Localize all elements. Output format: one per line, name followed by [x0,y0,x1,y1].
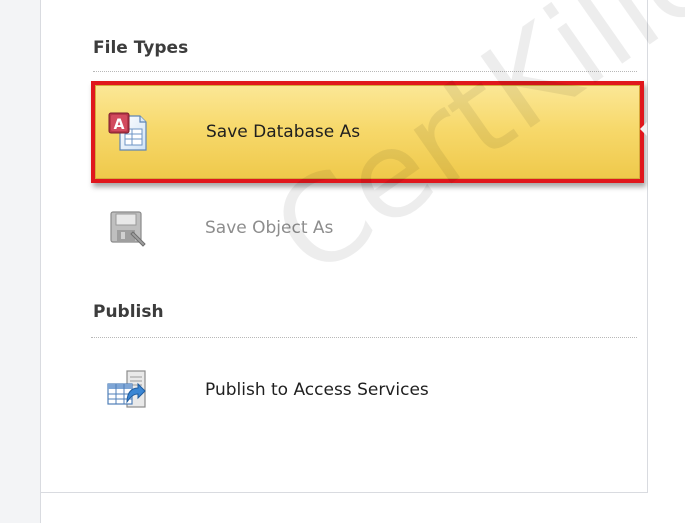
save-object-as-button[interactable]: Save Object As [95,182,638,274]
save-and-publish-panel: File Types A Save Database As Save Objec… [41,0,648,493]
publish-to-access-services-label: Publish to Access Services [205,380,429,400]
publish-to-access-services-button[interactable]: Publish to Access Services [95,344,638,436]
svg-text:A: A [114,117,125,133]
selection-pointer-icon [640,122,647,136]
save-object-icon [105,206,149,250]
save-database-as-button[interactable]: A Save Database As [95,85,640,179]
preview-area [648,0,685,523]
save-database-as-label: Save Database As [206,122,361,142]
backstage-nav-strip [0,0,41,523]
backstage-view: File Types A Save Database As Save Objec… [0,0,685,523]
publish-divider [91,337,637,338]
access-database-icon: A [106,110,150,154]
publish-services-icon [105,368,149,412]
publish-heading: Publish [93,302,164,322]
file-types-divider [93,71,637,72]
save-object-as-label: Save Object As [205,218,334,238]
file-types-heading: File Types [93,38,189,58]
